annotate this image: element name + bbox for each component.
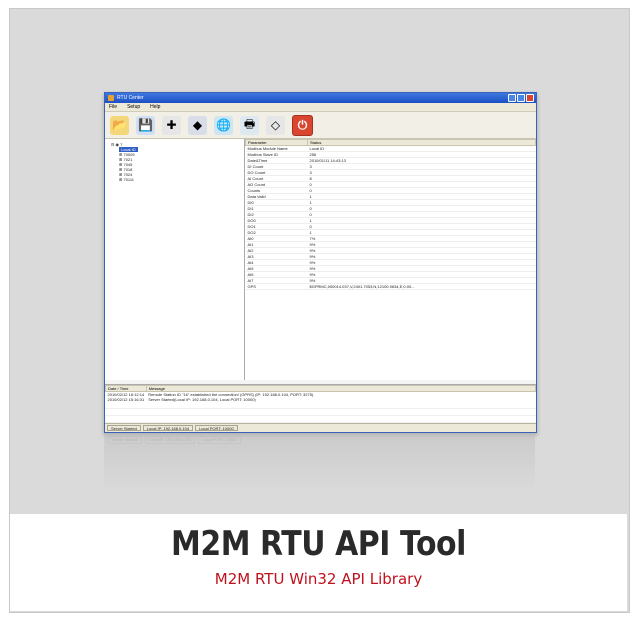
parameter-cell: GPS: [245, 283, 308, 290]
status-cell: $GPRMC,000014.037,V,2401.7053,N,12100.96…: [307, 283, 536, 290]
station-tree: ⊟ ◉ 7 Local ID ⊞ 70005 ⊞ 7021 ⊞ 7045 ⊞ 7018 ⊞…: [105, 139, 245, 380]
title-bar: RTU Center: [105, 93, 536, 103]
cube-button[interactable]: ◆: [188, 115, 207, 135]
window-reflection: Server Started Local IP: 192.168.0.104 L…: [104, 433, 535, 493]
window-title: RTU Center: [117, 95, 144, 101]
globe-button[interactable]: 🌐: [214, 115, 233, 135]
status-server: Server Started: [107, 425, 141, 431]
eraser-button[interactable]: ◇: [266, 115, 285, 135]
product-subtitle: M2M RTU Win32 API Library: [214, 570, 423, 588]
window-controls: [508, 94, 534, 102]
app-window: RTU Center File Setup Help 📂 💾 ✚ ◆ 🌐 🖶 ◇ ⏻ ⊟ ◉ …: [104, 92, 537, 433]
save-icon: 💾: [138, 118, 153, 132]
product-frame: RTU Center File Setup Help 📂 💾 ✚ ◆ 🌐 🖶 ◇ ⏻ ⊟ ◉ …: [9, 8, 630, 613]
print-button[interactable]: 🖶: [240, 115, 259, 135]
eraser-icon: ◇: [270, 118, 281, 132]
status-local-ip: Local IP: 192.168.0.104: [142, 425, 194, 431]
cube-icon: ◆: [192, 118, 203, 132]
empty-log-line: [105, 409, 536, 416]
reflection-status-server: Server Started: [108, 436, 142, 444]
tree-item[interactable]: ⊞ 70111: [111, 177, 244, 182]
empty-log-line: [105, 416, 536, 423]
status-local-port: Local PORT: 10000: [195, 425, 238, 431]
caption-panel: M2M RTU API Tool M2M RTU Win32 API Libra…: [10, 514, 627, 611]
menu-help[interactable]: Help: [150, 103, 160, 111]
maximize-button[interactable]: [517, 94, 525, 102]
power-icon: ⏻: [297, 117, 308, 132]
save-button[interactable]: 💾: [136, 115, 155, 135]
add-button[interactable]: ✚: [162, 115, 181, 135]
status-bar: Server Started Local IP: 192.168.0.104 L…: [105, 423, 536, 432]
open-folder-icon: 📂: [112, 118, 127, 132]
app-icon: [108, 95, 114, 101]
print-icon: 🖶: [243, 116, 256, 131]
close-button[interactable]: [526, 94, 534, 102]
minimize-button[interactable]: [508, 94, 516, 102]
power-button[interactable]: ⏻: [292, 114, 313, 136]
reflection-status-local-port: Local PORT: 10000: [198, 436, 241, 444]
product-title: M2M RTU API Tool: [170, 524, 466, 564]
menu-file[interactable]: File: [109, 103, 117, 111]
open-folder-button[interactable]: 📂: [110, 115, 129, 135]
datetime-cell: 2010/02/12 15:16:31: [107, 397, 145, 402]
menu-bar: File Setup Help: [105, 103, 536, 112]
empty-log-line: [105, 402, 536, 409]
add-icon: ✚: [166, 118, 177, 132]
menu-setup[interactable]: Setup: [127, 103, 140, 111]
toolbar: 📂 💾 ✚ ◆ 🌐 🖶 ◇ ⏻: [105, 112, 536, 139]
table-row[interactable]: GPS $GPRMC,000014.037,V,2401.7053,N,12100…: [245, 283, 536, 290]
globe-icon: 🌐: [216, 118, 231, 132]
main-panel: ⊟ ◉ 7 Local ID ⊞ 70005 ⊞ 7021 ⊞ 7045 ⊞ 7018 ⊞…: [105, 139, 536, 380]
parameter-grid: Parameter Status Modbus Module Name Local…: [245, 139, 536, 380]
reflection-status-local-ip: Local IP: 192.168.0.104: [144, 436, 196, 444]
